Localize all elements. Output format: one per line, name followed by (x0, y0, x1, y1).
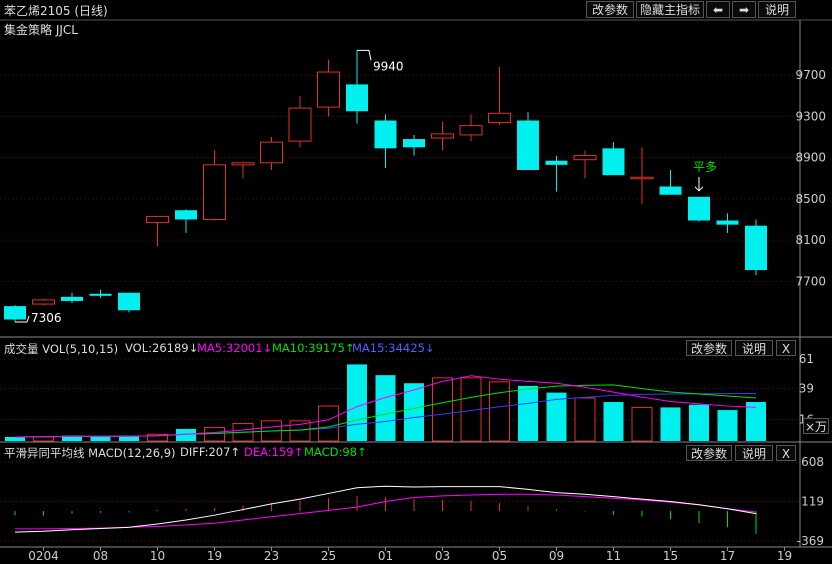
candle-body (403, 139, 425, 148)
volume-bar (489, 381, 510, 442)
price-tick-label: 8900 (795, 151, 826, 165)
candle-body (32, 299, 55, 305)
candle-body (231, 162, 255, 166)
volume-bar (689, 404, 709, 441)
candle-body (716, 220, 739, 225)
candle-body (317, 71, 340, 108)
x-tick-label: 05 (492, 549, 507, 563)
candle-body (89, 293, 112, 296)
price-tick-label: 8500 (795, 192, 826, 206)
candle-body (573, 155, 597, 161)
volume-bar (33, 436, 54, 442)
candle-body (459, 125, 483, 136)
candle-body (61, 296, 83, 301)
candle-body (602, 148, 625, 176)
macd-tick-label: 608 (801, 455, 824, 469)
volume-bar (432, 377, 453, 442)
volume-bar (5, 436, 25, 441)
x-tick-label: 10 (150, 549, 165, 563)
candle-body (517, 120, 539, 170)
x-tick-label: 08 (93, 549, 108, 563)
candle-body (146, 215, 169, 224)
x-tick-label: 19 (207, 549, 222, 563)
volume-unit-label: ×万 (803, 418, 829, 434)
candle-body (288, 107, 312, 142)
volume-bar (375, 375, 396, 441)
volume-close-button[interactable]: X (776, 340, 796, 356)
x-tick-label: 25 (321, 549, 336, 563)
chart-canvas: 97009300890085008100770099407306平多613916… (0, 19, 832, 563)
volume-title: 成交量 VOL(5,10,15) (4, 342, 119, 356)
volume-bar (717, 410, 738, 441)
volume-bar (631, 406, 653, 442)
signal-label: 平多 (693, 160, 717, 174)
x-tick-label: 17 (720, 549, 735, 563)
x-tick-label: 0204 (28, 549, 59, 563)
price-tick-label: 9700 (795, 68, 826, 82)
x-tick-label: 01 (378, 549, 393, 563)
macd-help-button[interactable]: 说明 (735, 445, 773, 461)
volume-tick-label: 39 (799, 382, 814, 396)
macd-params-button[interactable]: 改参数 (686, 445, 732, 461)
volume-help-button[interactable]: 说明 (735, 340, 773, 356)
volume-params-button[interactable]: 改参数 (686, 340, 732, 356)
candle-body (260, 141, 283, 164)
candle-body (745, 225, 767, 271)
macd-diff: DIFF:207↑ (180, 445, 241, 459)
min-label: 7306 (31, 311, 62, 325)
candle-body (659, 186, 682, 195)
max-label: 9940 (373, 59, 404, 73)
price-tick-label: 9300 (795, 109, 826, 123)
volume-bar (518, 385, 538, 441)
candle-body (374, 120, 397, 149)
candle-body (4, 306, 26, 320)
x-tick-label: 15 (663, 549, 678, 563)
volume-bar (660, 407, 681, 441)
price-tick-label: 8100 (795, 233, 826, 247)
candle-body (688, 196, 710, 221)
candle-body (175, 210, 197, 220)
volume-ma15: MA15:34425↓ (352, 341, 435, 355)
volume-ma5: MA5:32001↓ (197, 341, 273, 355)
x-tick-label: 19 (777, 549, 792, 563)
candle-body (431, 133, 454, 139)
volume-bar (746, 402, 766, 441)
macd-macd: MACD:98↑ (304, 445, 367, 459)
macd-close-button[interactable]: X (776, 445, 796, 461)
candle-body (203, 164, 226, 220)
volume-bar (347, 364, 367, 441)
volume-bar (90, 436, 111, 441)
candle-body (630, 176, 654, 180)
x-tick-label: 03 (435, 549, 450, 563)
candle-body (346, 84, 368, 112)
volume-value: VOL:26189↓ (125, 341, 199, 355)
volume-bar (574, 397, 596, 442)
volume-tick-label: 61 (799, 352, 814, 366)
x-tick-label: 09 (549, 549, 564, 563)
x-tick-label: 11 (606, 549, 621, 563)
x-tick-label: 23 (264, 549, 279, 563)
volume-ma10: MA10:39175↑ (272, 341, 355, 355)
volume-bar (603, 402, 624, 441)
macd-title: 平滑异同平均线 MACD(12,26,9) (4, 446, 176, 460)
candle-body (488, 112, 511, 124)
macd-tick-label: -369 (797, 534, 824, 548)
candle-body (118, 292, 140, 311)
macd-tick-label: 119 (801, 495, 824, 509)
volume-bar (204, 427, 225, 442)
price-tick-label: 7700 (795, 274, 826, 288)
volume-bar (318, 405, 339, 442)
max-marker (357, 49, 372, 61)
macd-dea: DEA:159↑ (244, 445, 304, 459)
candle-body (545, 160, 568, 165)
